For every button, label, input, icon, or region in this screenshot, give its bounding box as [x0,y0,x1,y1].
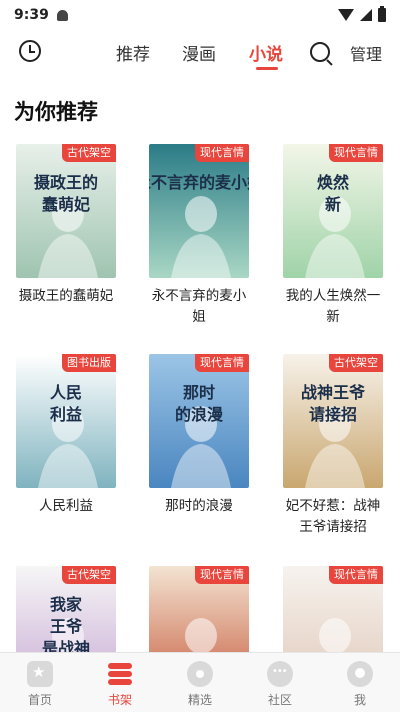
bookshelf-icon [107,661,133,687]
book-cover[interactable]: 焕然新现代言情 [283,144,383,278]
cover-title-text: 王爷 [50,617,83,636]
status-bar: 9:39 [0,0,400,30]
book-cover[interactable]: 永不言弃的麦小姐 现代言情 [149,144,249,278]
nav-me[interactable]: 我 [320,653,400,712]
genre-badge: 现代言情 [329,144,383,162]
book-title[interactable]: 那时的浪漫 [149,496,249,517]
nav-me-label: 我 [353,693,366,707]
status-icons [338,6,386,22]
active-tab-indicator [256,67,278,70]
genre-badge: 古代架空 [62,566,116,584]
nav-bookshelf-label: 书架 [107,693,132,707]
tab-recommend[interactable]: 推荐 [116,40,150,65]
compass-icon [187,661,213,687]
history-icon[interactable] [19,40,41,62]
book-card[interactable]: 焕然新现代言情 我的人生焕然一新 [283,144,383,328]
home-icon [27,661,53,687]
cover-title-text: 摄政王的 [34,173,98,192]
cover-title-text: 我家 [50,595,83,614]
cover-title-text: 蠢萌妃 [41,195,90,214]
search-icon[interactable] [310,42,330,62]
tab-novels[interactable]: 小说 [249,40,283,65]
genre-badge: 图书出版 [62,354,116,372]
nav-bookshelf[interactable]: 书架 [80,653,160,712]
cover-illustration: 战神王爷请接招 [283,354,383,488]
genre-badge: 现代言情 [329,566,383,584]
cover-title-text: 新 [325,195,341,214]
tab-comics[interactable]: 漫画 [182,40,216,65]
nav-home[interactable]: 首页 [0,653,80,712]
notification-icon [56,9,68,21]
nav-community-label: 社区 [267,693,292,707]
genre-badge: 现代言情 [195,144,249,162]
book-title[interactable]: 永不言弃的麦小姐 [149,286,249,328]
cover-title-text: 的浪漫 [175,405,223,424]
cover-title-text: 人民 [50,383,82,402]
book-cover[interactable]: 摄政王的 蠢萌妃 古代架空 [16,144,116,278]
cover-illustration: 人民利益 [16,354,116,488]
nav-featured[interactable]: 精选 [160,653,240,712]
manage-button[interactable]: 管理 [350,41,382,65]
cover-title-text: 利益 [50,405,82,424]
book-cover[interactable]: 那时 的浪漫 现代言情 [149,354,249,488]
cover-title-text: 请接招 [309,405,357,424]
cover-title-text: 焕然 [317,173,349,192]
cover-title-text: 战神王爷 [301,383,366,402]
chat-icon [267,661,293,687]
genre-badge: 现代言情 [195,354,249,372]
cover-illustration: 焕然新 [283,144,383,278]
wifi-icon [338,9,354,21]
genre-badge: 现代言情 [195,566,249,584]
status-time: 9:39 [14,7,49,23]
genre-badge: 古代架空 [329,354,383,372]
cover-illustration: 摄政王的蠢萌妃 [16,144,116,278]
cover-illustration: 那时的浪漫 [149,354,249,488]
book-card[interactable]: 战神王爷 请接招 古代架空 妃不好惹：战神王爷请接招 [283,354,383,538]
nav-home-label: 首页 [27,693,52,707]
cover-illustration: 永不言弃的麦小姐 [149,144,249,278]
profile-icon [347,661,373,687]
section-title: 为你推荐 [14,100,98,124]
book-card[interactable]: 那时 的浪漫 现代言情 那时的浪漫 [149,354,249,517]
bottom-nav: 首页 书架 精选 社区 我 [0,652,400,712]
book-cover[interactable]: 战神王爷 请接招 古代架空 [283,354,383,488]
signal-icon [360,9,372,21]
top-nav: 推荐 漫画 小说 管理 [0,30,400,74]
battery-icon [378,6,386,22]
book-title[interactable]: 人民利益 [16,496,116,517]
book-card[interactable]: 人民 利益 图书出版 人民利益 [16,354,116,517]
book-title[interactable]: 摄政王的蠢萌妃 [16,286,116,307]
book-title[interactable]: 妃不好惹：战神王爷请接招 [283,496,383,538]
nav-community[interactable]: 社区 [240,653,320,712]
book-cover[interactable]: 人民 利益 图书出版 [16,354,116,488]
book-title[interactable]: 我的人生焕然一新 [283,286,383,328]
cover-title-text: 那时 [183,383,215,402]
book-card[interactable]: 摄政王的 蠢萌妃 古代架空 摄政王的蠢萌妃 [16,144,116,307]
cover-title-text: 永不言弃的麦小姐 [149,173,249,192]
book-card[interactable]: 永不言弃的麦小姐 现代言情永不言弃的麦小姐 [149,144,249,328]
nav-featured-label: 精选 [187,693,212,707]
genre-badge: 古代架空 [62,144,116,162]
